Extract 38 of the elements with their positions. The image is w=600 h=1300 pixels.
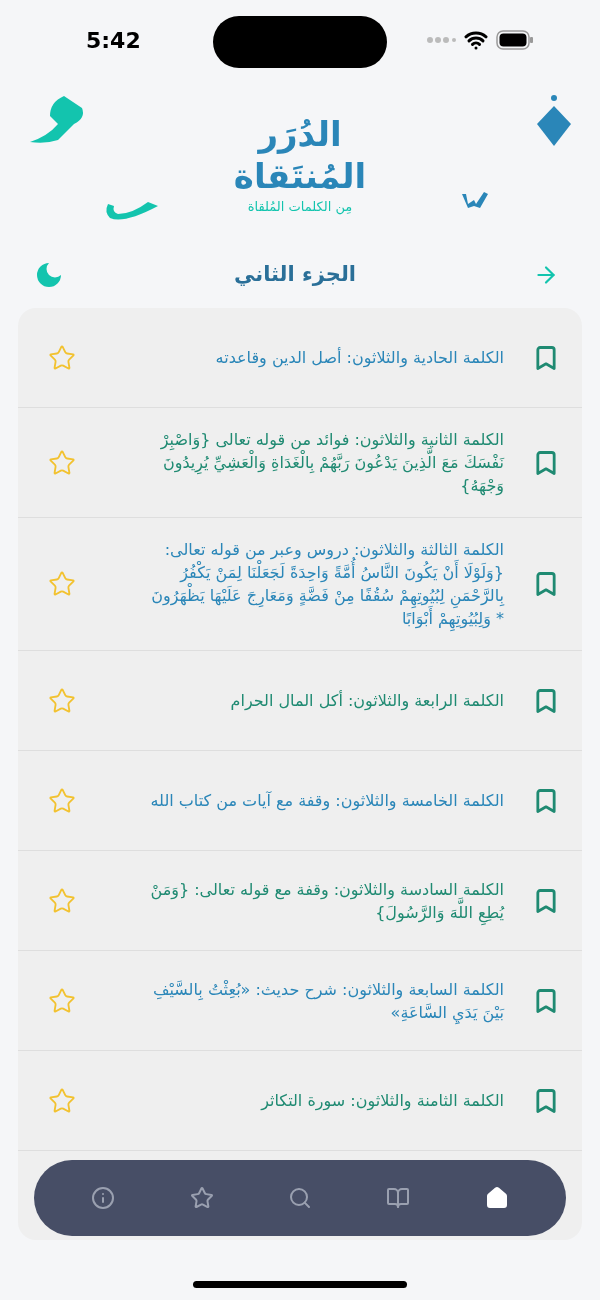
favorite-star-button[interactable] <box>48 1086 76 1115</box>
favorite-star-button[interactable] <box>48 570 76 598</box>
logo-title: المُنتَقاة <box>233 155 367 198</box>
status-time: 5:42 <box>86 26 141 55</box>
favorite-star-button[interactable] <box>48 448 76 477</box>
moon-icon[interactable] <box>36 262 62 288</box>
star-icon <box>48 570 76 598</box>
page-title: الجزء الثاني <box>234 261 356 289</box>
lesson-title[interactable]: الكلمة الثامنة والثلاثون: سورة التكاثر <box>104 1089 504 1112</box>
star-icon <box>48 343 76 372</box>
favorite-star-button[interactable] <box>48 686 76 715</box>
logo-title: الدُرَر <box>258 113 342 156</box>
info-icon <box>91 1186 116 1210</box>
lesson-title[interactable]: الكلمة الثالثة والثلاثون: دروس وعبر من قوله تعالى: {وَلَوْلَا أَنْ يَكُونَ النَّاسُ أُمَّةً وَاحِدَةً لَجَعَلْنَا لِمَنْ يَكْفُرُ بِالرَّحْمَنِ لِبُيُوتِهِمْ سُقُفًا مِنْ فَضَّةٍ وَمَعَارِجَ عَلَيْهَا يَظْهَرُونَ * وَلِبُيُوتِهِمْ أَبْوَابًا <box>104 538 504 630</box>
star-icon <box>48 886 76 915</box>
search-icon <box>287 1186 312 1210</box>
lesson-title[interactable]: الكلمة الثانية والثلاثون: فوائد من قوله تعالى {وَاصْبِرْ نَفْسَكَ مَعَ الَّذِينَ يَدْعُونَ رَبَّهُمْ بِالْغَدَاةِ وَالْعَشِيِّ يُرِيدُونَ وَجْهَهُ} <box>104 428 504 497</box>
lesson-title[interactable]: الكلمة السادسة والثلاثون: وقفة مع قوله تعالى: {وَمَنْ يُطِعِ اللَّهَ وَالرَّسُولَ} <box>104 877 504 924</box>
star-icon <box>48 1086 76 1115</box>
logo-subtitle: مِن الكلمات المُلقاة <box>247 198 353 217</box>
lesson-title[interactable]: الكلمة الحادية والثلاثون: أصل الدين وقاعدته <box>104 346 504 369</box>
lesson-title[interactable]: الكلمة الرابعة والثلاثون: أكل المال الحرام <box>104 689 504 712</box>
signal-icon <box>426 36 456 44</box>
lesson-title[interactable]: الكلمة السابعة والثلاثون: شرح حديث: «بُعِثْتُ بِالسَّيْفِ بَيْنَ يَدَيِ السَّاعَةِ» <box>104 977 504 1024</box>
favorite-star-button[interactable] <box>48 986 76 1015</box>
star-icon <box>48 686 76 715</box>
home-icon <box>484 1186 509 1210</box>
star-icon <box>48 448 76 477</box>
battery-icon <box>496 30 534 50</box>
book-icon <box>386 1186 411 1210</box>
favorite-star-button[interactable] <box>48 886 76 915</box>
lesson-title[interactable]: الكلمة الخامسة والثلاثون: وقفة مع آيات من كتاب الله <box>104 789 504 812</box>
favorite-star-button[interactable] <box>48 786 76 815</box>
star-icon <box>48 786 76 815</box>
favorite-star-button[interactable] <box>48 343 76 372</box>
star-icon <box>189 1186 214 1210</box>
star-icon <box>48 986 76 1015</box>
calligraphy-letter-drawing <box>28 94 86 144</box>
